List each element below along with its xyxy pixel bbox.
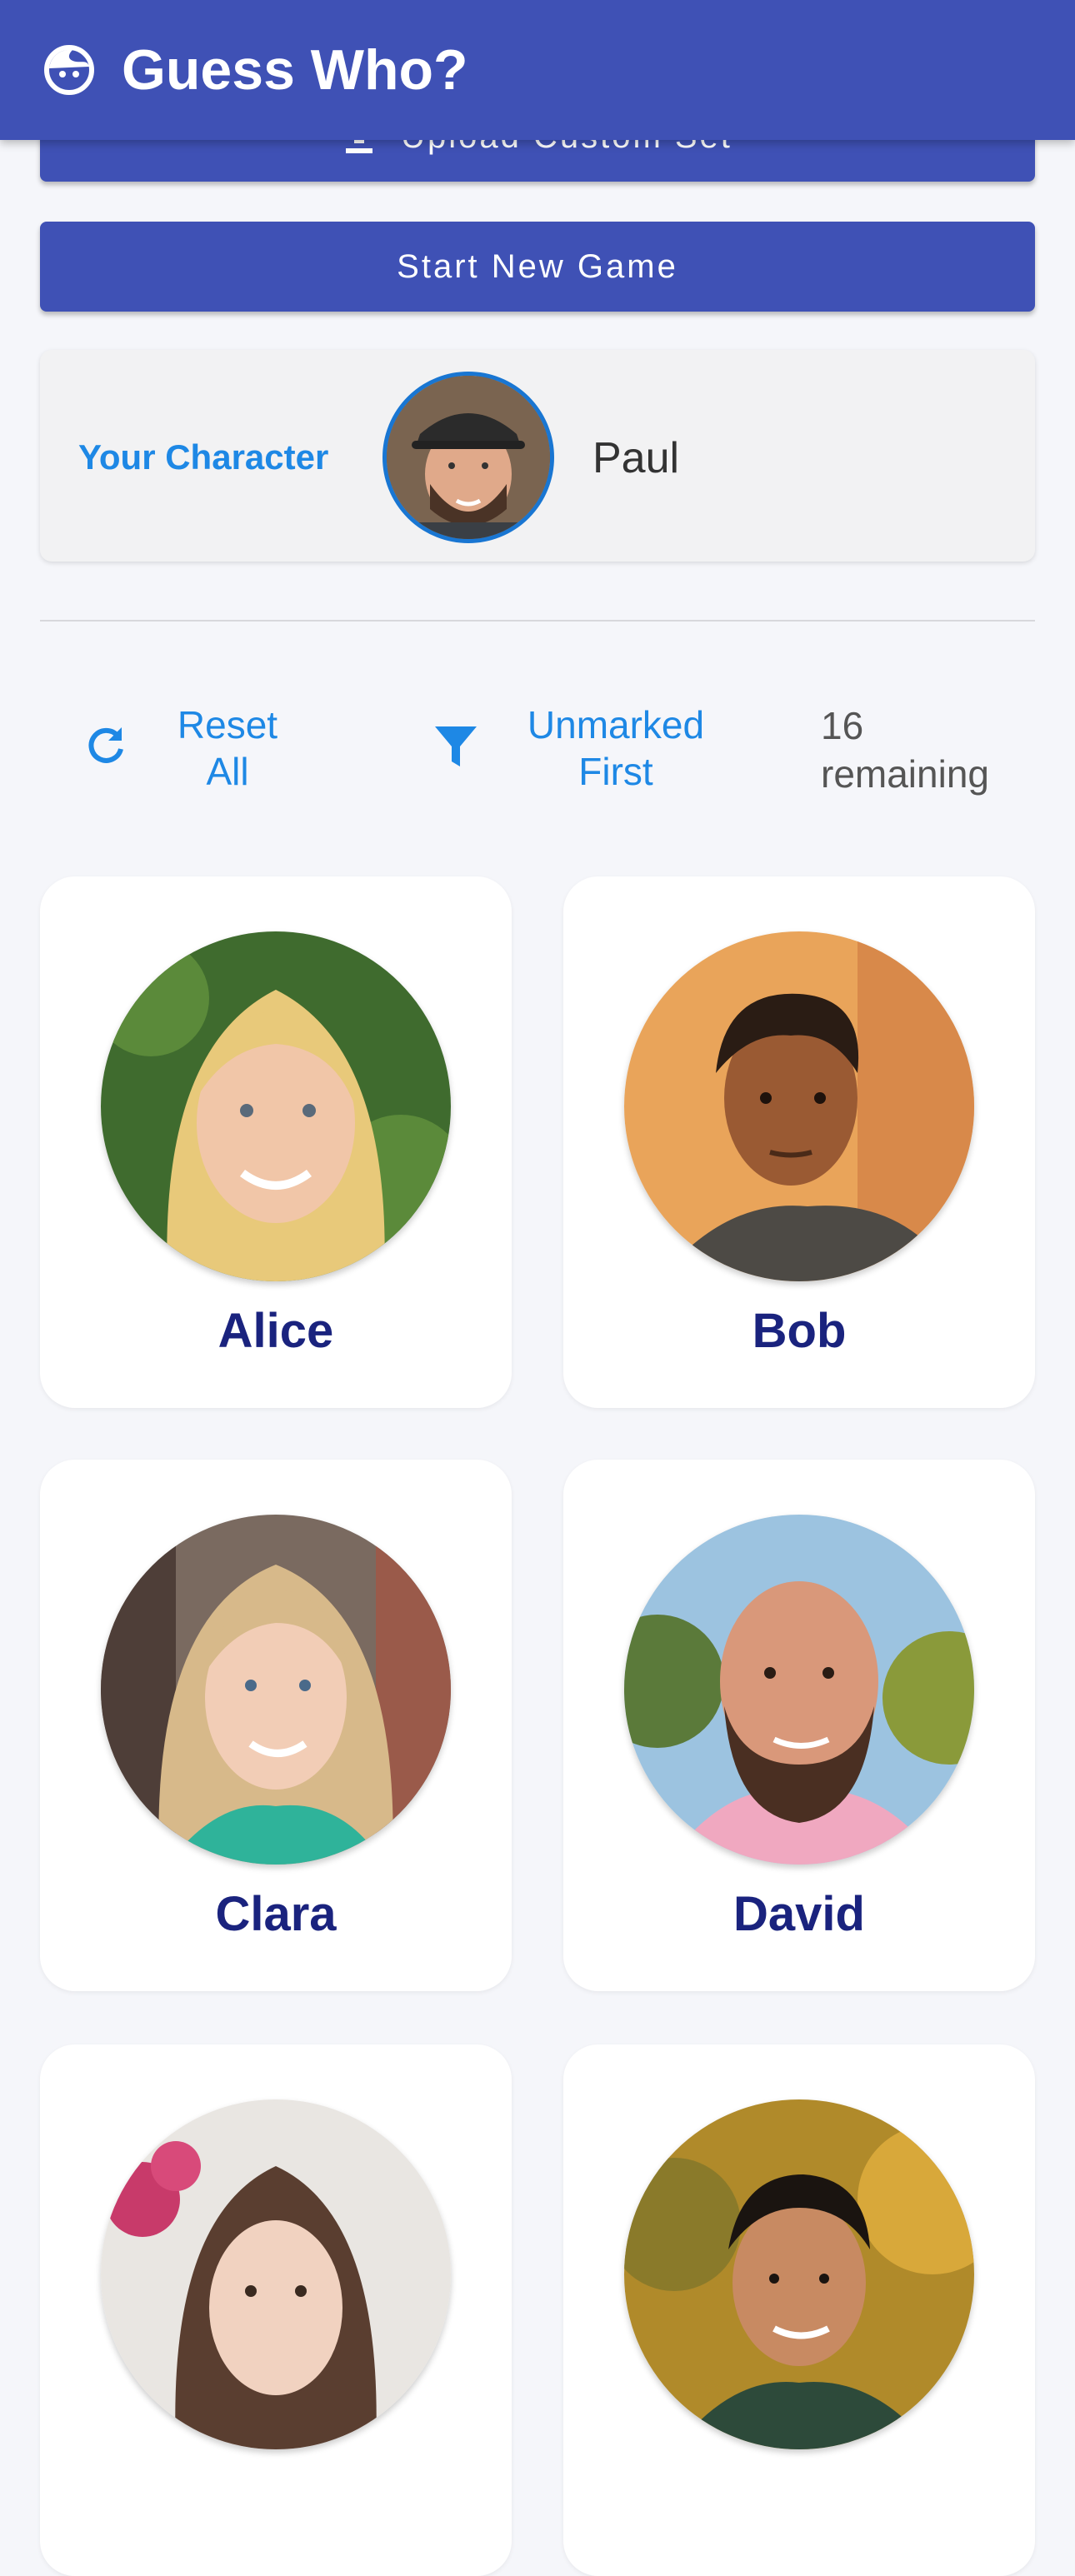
character-photo [624,2099,974,2449]
character-photo [101,931,451,1281]
app-bar: Guess Who? [0,0,1075,140]
refresh-icon [83,724,128,773]
character-name: Bob [752,1304,847,1358]
character-name: David [733,1887,865,1941]
start-button-label: Start New Game [397,247,678,285]
character-card-clara[interactable]: Clara [40,1460,512,1991]
character-card-david[interactable]: David [563,1460,1035,1991]
remaining-counter: 16 remaining [821,701,989,798]
app-title: Guess Who? [122,38,468,102]
remaining-count: 16 [821,704,864,747]
character-card-bob[interactable]: Bob [563,876,1035,1408]
character-card[interactable] [40,2044,512,2576]
reset-all-button[interactable]: Reset All [83,701,290,795]
character-card[interactable] [563,2044,1035,2576]
character-photo [101,1515,451,1865]
reset-all-label: Reset All [177,703,278,793]
character-photo [624,931,974,1281]
start-new-game-button[interactable]: Start New Game [40,222,1035,312]
unmarked-first-label: Unmarked First [527,703,705,793]
character-photo [624,1515,974,1865]
your-character-label: Your Character [78,437,329,477]
character-card-alice[interactable]: Alice [40,876,512,1408]
unmarked-first-button[interactable]: Unmarked First [433,701,712,795]
character-name: Alice [218,1304,334,1358]
character-photo [101,2099,451,2449]
your-character-name: Paul [592,434,680,482]
face-icon [42,42,97,97]
filter-icon [433,723,478,774]
your-character-card: Your Character Paul [40,350,1035,562]
your-character-avatar [382,372,554,543]
remaining-label: remaining [821,752,989,796]
character-name: Clara [215,1887,337,1941]
divider [40,620,1035,622]
